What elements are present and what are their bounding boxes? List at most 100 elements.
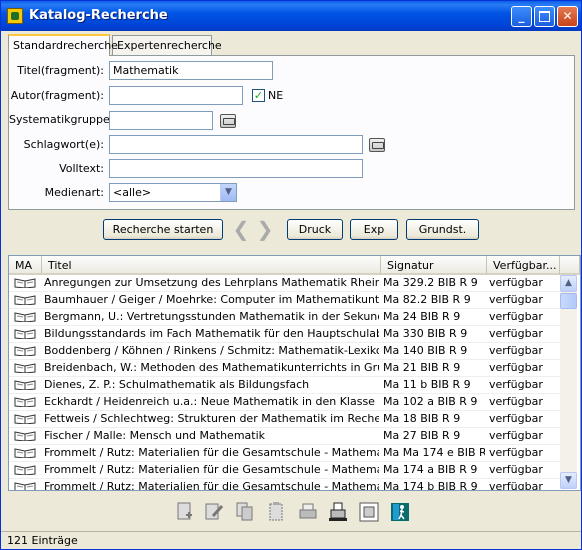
cell-titel: Fettweis / Schlechtweg: Strukturen der M… — [44, 412, 379, 425]
column-header-titel[interactable]: Titel — [42, 256, 381, 275]
table-row[interactable]: Frommelt / Rutz: Materialien für die Ges… — [9, 479, 561, 490]
cell-signatur: Ma 18 BIB R 9 — [383, 412, 461, 425]
entry-count: 121 Einträge — [7, 534, 78, 547]
schlagwort-input[interactable] — [109, 135, 363, 154]
book-icon — [14, 346, 36, 356]
copy-doc-icon[interactable] — [234, 501, 256, 523]
arrow-left-icon[interactable]: ❮ — [231, 219, 251, 241]
systematik-input[interactable] — [109, 111, 213, 130]
cell-verfuegbar: verfügbar — [489, 412, 543, 425]
book-icon — [14, 465, 36, 475]
grundst-button[interactable]: Grundst. — [406, 219, 479, 240]
titel-label: Titel(fragment): — [17, 64, 104, 77]
print-preview-icon[interactable] — [327, 501, 349, 523]
scroll-up-icon[interactable]: ▲ — [560, 275, 577, 292]
cell-verfuegbar: verfügbar — [489, 446, 543, 459]
table-row[interactable]: Fischer / Malle: Mensch und Mathematik Ma… — [9, 428, 561, 445]
autor-label: Autor(fragment): — [10, 89, 104, 102]
volltext-input[interactable] — [109, 159, 363, 178]
search-form-panel: Titel(fragment): Mathematik Autor(fragme… — [8, 55, 575, 210]
tab-expertenrecherche[interactable]: Expertenrecherche — [112, 35, 222, 55]
column-header-filler — [560, 256, 580, 275]
table-row[interactable]: Eckhardt / Heidenreich u.a.: Neue Mathem… — [9, 394, 561, 411]
cell-titel: Boddenberg / Köhnen / Rinkens / Schmitz:… — [44, 344, 379, 357]
table-row[interactable]: Bildungsstandards im Fach Mathematik für… — [9, 326, 561, 343]
arrow-right-icon[interactable]: ❯ — [255, 219, 275, 241]
autor-input[interactable] — [109, 86, 243, 105]
table-row[interactable]: Frommelt / Rutz: Materialien für die Ges… — [9, 462, 561, 479]
edit-doc-icon[interactable] — [203, 501, 225, 523]
medienart-select[interactable]: <alle> ▼ — [109, 183, 237, 202]
cell-titel: Frommelt / Rutz: Materialien für die Ges… — [44, 446, 379, 459]
column-header-signatur[interactable]: Signatur — [381, 256, 487, 275]
book-icon — [14, 397, 36, 407]
exit-icon[interactable] — [389, 501, 411, 523]
table-row[interactable]: Baumhauer / Geiger / Moehrke: Computer i… — [9, 292, 561, 309]
printer-icon[interactable] — [297, 501, 319, 523]
cell-signatur: Ma 27 BIB R 9 — [383, 429, 461, 442]
delete-doc-icon[interactable] — [265, 501, 287, 523]
minimize-icon: _ — [518, 9, 525, 23]
systematik-label: Systematikgruppe: — [9, 113, 114, 126]
results-table: MA Titel Signatur Verfügbar... Anregunge… — [8, 255, 581, 491]
cell-signatur: Ma Ma 174 e BIB R 9 — [383, 446, 485, 459]
table-row[interactable]: Anregungen zur Umsetzung des Lehrplans M… — [9, 275, 561, 292]
minimize-button[interactable]: _ — [511, 6, 532, 27]
cell-verfuegbar: verfügbar — [489, 378, 543, 391]
cell-titel: Fischer / Malle: Mensch und Mathematik — [44, 429, 266, 442]
book-icon — [14, 329, 36, 339]
table-row[interactable]: Dienes, Z. P.: Schulmathematik als Bildu… — [9, 377, 561, 394]
book-icon — [14, 312, 36, 322]
cell-titel: Frommelt / Rutz: Materialien für die Ges… — [44, 463, 379, 476]
titel-input[interactable]: Mathematik — [109, 61, 273, 80]
cell-verfuegbar: verfügbar — [489, 463, 543, 476]
druck-button[interactable]: Druck — [287, 219, 343, 240]
book-icon — [14, 448, 36, 458]
volltext-label: Volltext: — [59, 162, 104, 175]
scroll-down-icon[interactable]: ▼ — [560, 472, 577, 489]
frame-icon[interactable] — [358, 501, 380, 523]
book-icon — [14, 482, 36, 490]
schlagwort-picker-icon[interactable] — [369, 138, 385, 152]
table-row[interactable]: Fettweis / Schlechtweg: Strukturen der M… — [9, 411, 561, 428]
schlagwort-label: Schlagwort(e): — [23, 138, 104, 151]
cell-verfuegbar: verfügbar — [489, 429, 543, 442]
column-header-ma[interactable]: MA — [9, 256, 42, 275]
cell-signatur: Ma 140 BIB R 9 — [383, 344, 468, 357]
column-header-verfuegbar[interactable]: Verfügbar... — [487, 256, 560, 275]
table-row[interactable]: Frommelt / Rutz: Materialien für die Ges… — [9, 445, 561, 462]
cell-titel: Bildungsstandards im Fach Mathematik für… — [44, 327, 379, 340]
maximize-button[interactable] — [534, 6, 555, 27]
ne-checkbox[interactable]: ✓ — [252, 89, 265, 102]
title-bar[interactable]: Katalog-Recherche _ ✕ — [1, 1, 581, 31]
table-row[interactable]: Breidenbach, W.: Methoden des Mathematik… — [9, 360, 561, 377]
table-row[interactable]: Bergmann, U.: Vertretungsstunden Mathema… — [9, 309, 561, 326]
cell-verfuegbar: verfügbar — [489, 361, 543, 374]
table-row[interactable]: Boddenberg / Köhnen / Rinkens / Schmitz:… — [9, 343, 561, 360]
cell-signatur: Ma 174 a BIB R 9 — [383, 463, 478, 476]
vertical-scrollbar[interactable]: ▲ ▼ — [560, 275, 577, 489]
table-rows: Anregungen zur Umsetzung des Lehrplans M… — [9, 275, 561, 490]
new-doc-icon[interactable] — [174, 501, 196, 523]
cell-signatur: Ma 21 BIB R 9 — [383, 361, 461, 374]
scrollbar-thumb[interactable] — [560, 293, 577, 309]
recherche-starten-button[interactable]: Recherche starten — [103, 219, 223, 240]
window-title: Katalog-Recherche — [29, 8, 168, 23]
chevron-down-icon[interactable]: ▼ — [220, 184, 236, 201]
app-icon — [7, 8, 23, 24]
systematik-picker-icon[interactable] — [220, 114, 236, 128]
cell-titel: Bergmann, U.: Vertretungsstunden Mathema… — [44, 310, 379, 323]
book-icon — [14, 278, 36, 288]
cell-verfuegbar: verfügbar — [489, 310, 543, 323]
cell-verfuegbar: verfügbar — [489, 395, 543, 408]
book-icon — [14, 380, 36, 390]
cell-signatur: Ma 11 b BIB R 9 — [383, 378, 471, 391]
cell-titel: Eckhardt / Heidenreich u.a.: Neue Mathem… — [44, 395, 379, 408]
tab-standardrecherche[interactable]: Standardrecherche — [8, 34, 118, 56]
ne-label: NE — [268, 89, 284, 102]
cell-titel: Baumhauer / Geiger / Moehrke: Computer i… — [44, 293, 379, 306]
close-button[interactable]: ✕ — [557, 6, 578, 27]
exp-button[interactable]: Exp — [350, 219, 398, 240]
medienart-label: Medienart: — [44, 186, 104, 199]
cell-titel: Breidenbach, W.: Methoden des Mathematik… — [44, 361, 379, 374]
